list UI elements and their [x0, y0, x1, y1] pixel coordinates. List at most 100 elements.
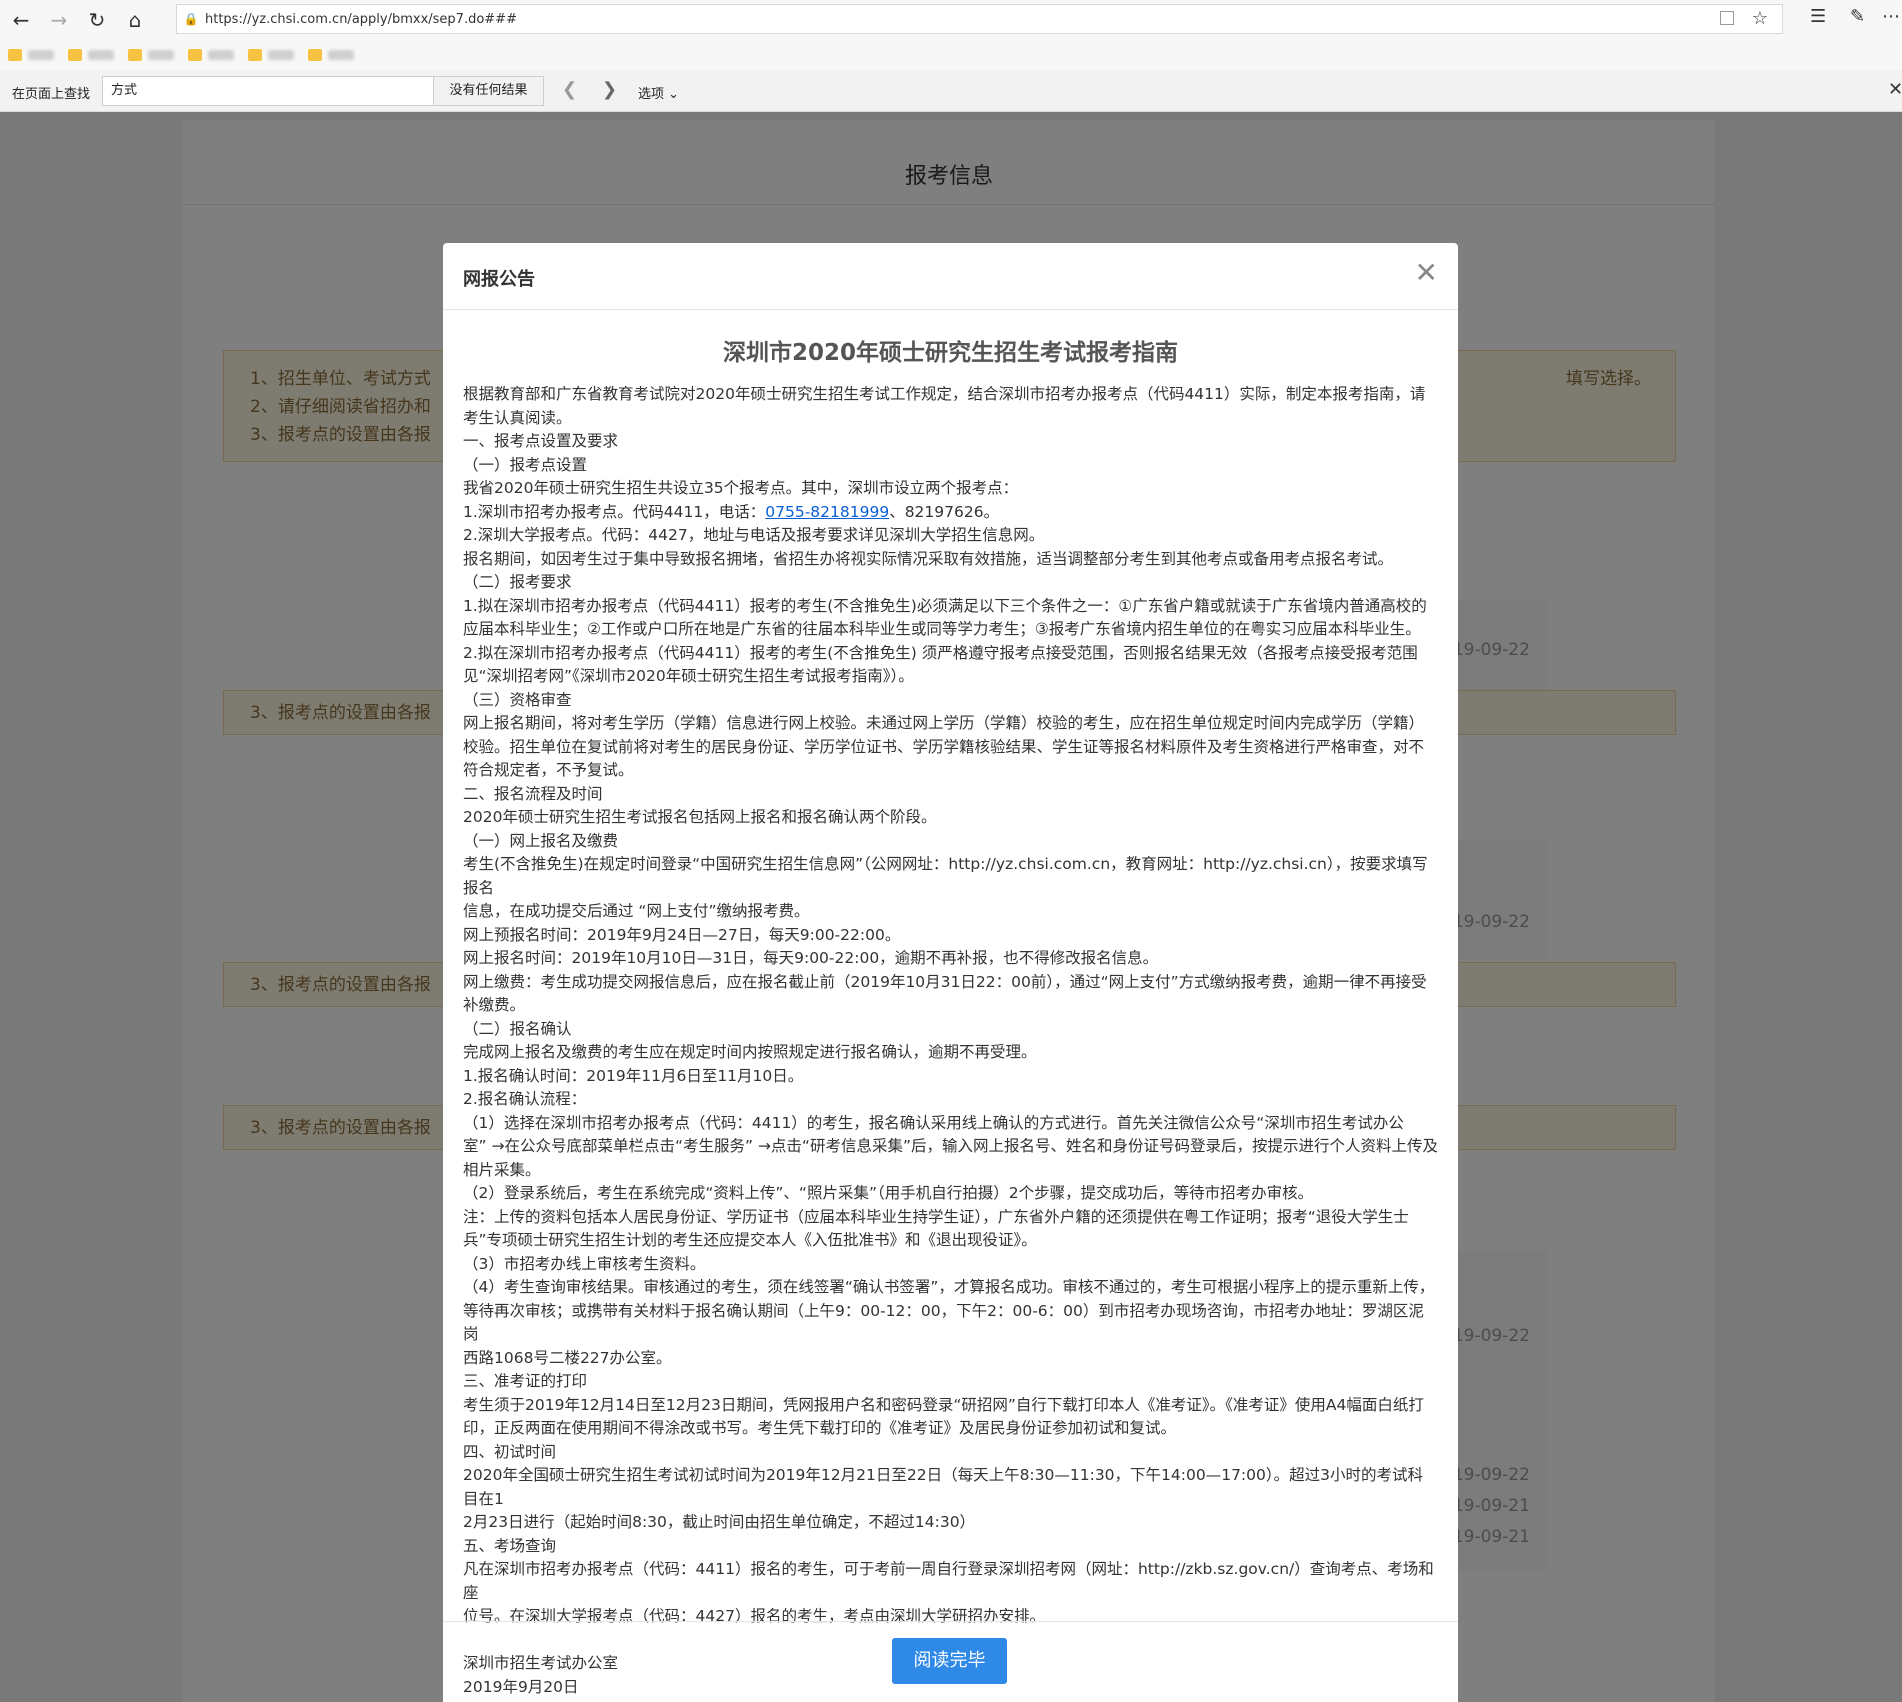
document-line-text: 应届本科毕业生；②工作或户口所在地是广东省的往届本科毕业生或同等学力考生；③报考…: [463, 620, 1421, 638]
folder-icon: [248, 49, 262, 61]
find-on-page-bar: 在页面上查找 方式 没有任何结果 ❮ ❯ 选项 ⌄ ✕: [0, 70, 1902, 112]
document-line: 补缴费。: [463, 994, 1438, 1018]
document-line: 应届本科毕业生；②工作或户口所在地是广东省的往届本科毕业生或同等学力考生；③报考…: [463, 618, 1438, 642]
document-line: （三）资格审查: [463, 689, 1438, 713]
announcement-modal: 网报公告 ✕ 深圳市2020年硕士研究生招生考试报考指南 根据教育部和广东省教育…: [443, 243, 1458, 1702]
favorites-list-icon[interactable]: ☰: [1810, 6, 1826, 27]
address-bar: ← → ↻ ⌂ 🔒 https://yz.chsi.com.cn/apply/b…: [0, 0, 1902, 40]
close-icon[interactable]: ✕: [1415, 259, 1438, 287]
document-line: 1.拟在深圳市招考办报考点（代码4411）报考的考生(不含推免生)必须满足以下三…: [463, 595, 1438, 619]
document-line-text: 考生认真阅读。: [463, 408, 572, 427]
document-line: 2020年全国硕士研究生招生考试初试时间为2019年12月21日至22日（每天上…: [463, 1464, 1438, 1511]
pen-icon[interactable]: ✎: [1850, 6, 1865, 27]
back-icon[interactable]: ←: [2, 1, 40, 39]
document-line-text: （一）网上报名及缴费: [463, 831, 619, 850]
document-line: （一）网上报名及缴费: [463, 830, 1438, 854]
document-line-text: 2020年硕士研究生招生考试报名包括网上报名和报名确认两个阶段。: [463, 808, 937, 826]
document-line-text: 2月23日进行（起始时间8:30，截止时间由招生单位确定，不超过14:30）: [463, 1513, 976, 1531]
document-line: 我省2020年硕士研究生招生共设立35个报考点。其中，深圳市设立两个报考点：: [463, 477, 1438, 501]
document-line-text: 三、准考证的打印: [463, 1372, 588, 1390]
url-field[interactable]: 🔒 https://yz.chsi.com.cn/apply/bmxx/sep7…: [176, 4, 1783, 34]
document-line-text: 注：上传的资料包括本人居民身份证、学历证书（应届本科毕业生持学生证），广东省外户…: [463, 1207, 1409, 1226]
document-line: （4）考生查询审核结果。审核通过的考生，须在线签署“确认书签署”，才算报名成功。…: [463, 1276, 1438, 1300]
modal-header: 网报公告 ✕: [443, 243, 1458, 310]
document-line-text: 校验。招生单位在复试前将对考生的居民身份证、学历学位证书、学历学籍核验结果、学生…: [463, 737, 1425, 756]
document-line: 室” →在公众号底部菜单栏点击“考生服务” →点击“研考信息采集”后，输入网上报…: [463, 1135, 1438, 1159]
favorite-folder-5[interactable]: [248, 49, 294, 61]
close-find-icon[interactable]: ✕: [1888, 79, 1902, 100]
favorite-folder-2[interactable]: [68, 49, 114, 61]
document-line: 兵”专项硕士研究生招生计划的考生还应提交本人《入伍批准书》和《退出现役证》。: [463, 1229, 1438, 1253]
document-line: 凡在深圳市招考办报考点（代码：4411）报名的考生，可于考前一周自行登录深圳招考…: [463, 1558, 1438, 1605]
refresh-icon[interactable]: ↻: [78, 1, 116, 39]
document-line: 信息，在成功提交后通过 “网上支付”缴纳报考费。: [463, 900, 1438, 924]
find-options-dropdown[interactable]: 选项 ⌄: [638, 83, 679, 102]
document-line-text: 一、报考点设置及要求: [463, 432, 619, 450]
document-line-text: 五、考场查询: [463, 1536, 557, 1555]
url-text[interactable]: https://yz.chsi.com.cn/apply/bmxx/sep7.d…: [205, 12, 517, 27]
finish-reading-button[interactable]: 阅读完毕: [892, 1638, 1007, 1684]
document-line: 二、报名流程及时间: [463, 783, 1438, 807]
document-line-text: （三）资格审查: [463, 690, 572, 709]
lock-icon: 🔒: [183, 12, 199, 26]
find-options-label: 选项: [638, 87, 665, 102]
document-title: 深圳市2020年硕士研究生招生考试报考指南: [722, 340, 1178, 366]
forward-icon[interactable]: →: [40, 1, 78, 39]
document-line-text: 我省2020年硕士研究生招生共设立35个报考点。其中，深圳市设立两个报考点：: [463, 479, 1019, 497]
document-line: 2.拟在深圳市招考办报考点（代码4411）报考的考生(不含推免生) 须严格遵守报…: [463, 642, 1438, 666]
folder-icon: [188, 49, 202, 61]
document-line: 位号。在深圳大学报考点（代码：4427）报名的考生，考点由深圳大学研招办安排。: [463, 1605, 1438, 1629]
reading-view-icon[interactable]: [1720, 11, 1734, 25]
folder-icon: [128, 49, 142, 61]
folder-icon: [8, 49, 22, 61]
document-line: 印，正反两面在使用期间不得涂改或书写。考生凭下载打印的《准考证》及居民身份证参加…: [463, 1417, 1438, 1441]
document-line-text: 2020年全国硕士研究生招生考试初试时间为2019年12月21日至22日（每天上…: [463, 1466, 1423, 1508]
document-line: 见“深圳招考网”《深圳市2020年硕士研究生招生考试报考指南》）。: [463, 665, 1438, 689]
document-line-text: 2.深圳大学报考点。代码：4427，地址与电话及报考要求详见深圳大学招生信息网。: [463, 526, 1045, 544]
favorite-folder-6[interactable]: [308, 49, 354, 61]
document-line-text: （3）市招考办线上审核考生资料。: [463, 1254, 706, 1273]
document-line: 2020年硕士研究生招生考试报名包括网上报名和报名确认两个阶段。: [463, 806, 1438, 830]
document-line-text: （1）选择在深圳市招考办报考点（代码：4411）的考生，报名确认采用线上确认的方…: [463, 1113, 1404, 1132]
document-line: 网上缴费：考生成功提交网报信息后，应在报名截止前（2019年10月31日22：0…: [463, 971, 1438, 995]
document-line-text: （4）考生查询审核结果。审核通过的考生，须在线签署“确认书签署”，才算报名成功。…: [463, 1278, 1435, 1296]
document-line: （2）登录系统后，考生在系统完成“资料上传”、“照片采集”（用手机自行拍摄）2个…: [463, 1182, 1438, 1206]
document-line-text: （二）报考要求: [463, 573, 572, 591]
document-line-text: 报名期间，如因考生过于集中导致报名拥堵，省招生办将视实际情况采取有效措施，适当调…: [463, 549, 1394, 568]
find-input[interactable]: 方式: [102, 76, 434, 106]
document-line-text: 网上预报名时间：2019年9月24日—27日，每天9:00-22:00。: [463, 925, 901, 944]
more-icon[interactable]: ⋯: [1882, 6, 1900, 27]
document-line: （3）市招考办线上审核考生资料。: [463, 1253, 1438, 1277]
find-next-icon[interactable]: ❯: [602, 79, 617, 100]
document-line-text: 网上缴费：考生成功提交网报信息后，应在报名截止前（2019年10月31日22：0…: [463, 972, 1427, 991]
document-line-text: 印，正反两面在使用期间不得涂改或书写。考生凭下载打印的《准考证》及居民身份证参加…: [463, 1419, 1177, 1437]
document-line: 相片采集。: [463, 1159, 1438, 1183]
document-line-text: 1.深圳市招考办报考点。代码4411，电话：: [463, 502, 766, 521]
favorite-star-icon[interactable]: ☆: [1752, 8, 1768, 29]
favorite-folder-1[interactable]: [8, 49, 54, 61]
document-line: 一、报考点设置及要求: [463, 430, 1438, 454]
document-line-text: 信息，在成功提交后通过 “网上支付”缴纳报考费。: [463, 902, 810, 920]
document-line: 网上预报名时间：2019年9月24日—27日，每天9:00-22:00。: [463, 924, 1438, 948]
phone-link[interactable]: 0755-82181999: [765, 503, 889, 521]
document-line-text: （2）登录系统后，考生在系统完成“资料上传”、“照片采集”（用手机自行拍摄）2个…: [463, 1184, 1314, 1202]
document-line-text: 完成网上报名及缴费的考生应在规定时间内按照规定进行报名确认，逾期不再受理。: [463, 1043, 1037, 1061]
document-line-text: 1.拟在深圳市招考办报考点（代码4411）报考的考生(不含推免生)必须满足以下三…: [463, 596, 1427, 615]
document-line: 2.深圳大学报考点。代码：4427，地址与电话及报考要求详见深圳大学招生信息网。: [463, 524, 1438, 548]
document-line: 报名期间，如因考生过于集中导致报名拥堵，省招生办将视实际情况采取有效措施，适当调…: [463, 548, 1438, 572]
document-line-text: 等待再次审核；或携带有关材料于报名确认期间（上午9：00-12：00，下午2：0…: [463, 1301, 1424, 1344]
document-line: 符合规定者，不予复试。: [463, 759, 1438, 783]
home-icon[interactable]: ⌂: [116, 1, 154, 39]
favorite-folder-3[interactable]: [128, 49, 174, 61]
find-previous-icon[interactable]: ❮: [562, 79, 577, 100]
document-line-text: 补缴费。: [463, 996, 526, 1014]
phone-tail: 、82197626。: [889, 502, 1000, 521]
document-line: 五、考场查询: [463, 1535, 1438, 1559]
document-line: 根据教育部和广东省教育考试院对2020年硕士研究生招生考试工作规定，结合深圳市招…: [463, 383, 1438, 407]
document-line: 1.深圳市招考办报考点。代码4411，电话：0755-82181999、8219…: [463, 501, 1438, 525]
document-line: （一）报考点设置: [463, 454, 1438, 478]
modal-body: 深圳市2020年硕士研究生招生考试报考指南 根据教育部和广东省教育考试院对202…: [463, 309, 1438, 1699]
folder-icon: [68, 49, 82, 61]
favorite-folder-4[interactable]: [188, 49, 234, 61]
document-line: 三、准考证的打印: [463, 1370, 1438, 1394]
